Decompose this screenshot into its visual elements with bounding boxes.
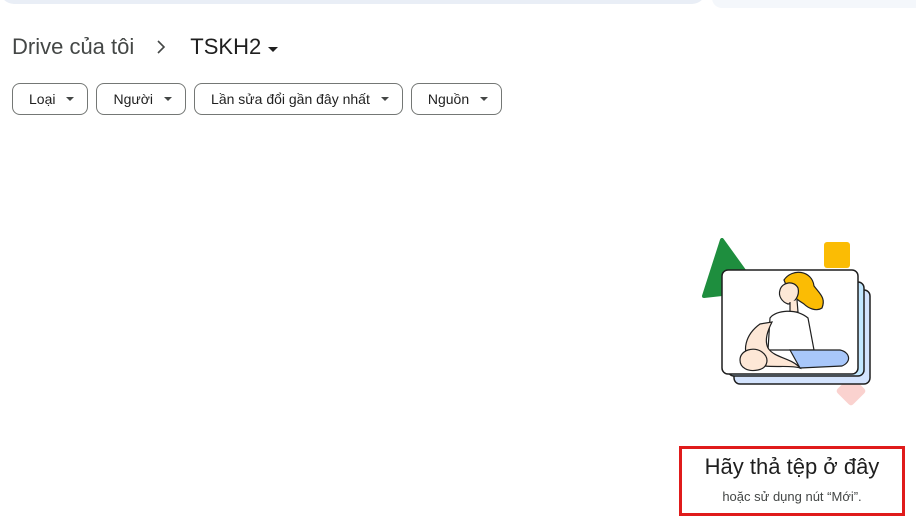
breadcrumb-current-folder[interactable]: TSKH2 [176, 34, 279, 60]
empty-state-callout: Hãy thả tệp ở đây hoặc sử dụng nút “Mới”… [679, 446, 905, 516]
arrow-drop-down-icon [163, 96, 173, 102]
breadcrumb: Drive của tôi TSKH2 [12, 30, 279, 64]
yellow-square-shape [824, 242, 850, 268]
filter-modified-label: Lần sửa đổi gần đây nhất [211, 91, 370, 107]
filter-modified[interactable]: Lần sửa đổi gần đây nhất [194, 83, 403, 115]
arrow-drop-down-icon [479, 96, 489, 102]
chevron-right-icon [146, 40, 176, 54]
filter-type-label: Loại [29, 91, 56, 107]
search-bar-edge[interactable] [0, 0, 706, 4]
filter-chips: Loại Người Lần sửa đổi gần đây nhất Nguồ… [12, 83, 503, 115]
current-folder-label: TSKH2 [190, 34, 262, 59]
filter-source[interactable]: Nguồn [410, 83, 503, 115]
filter-people-label: Người [113, 91, 154, 107]
filter-source-label: Nguồn [427, 91, 470, 107]
empty-state-title: Hãy thả tệp ở đây [704, 454, 880, 479]
filter-type[interactable]: Loại [12, 83, 89, 115]
top-bar-edge [0, 0, 916, 10]
drive-page: Drive của tôi TSKH2 Loại Người Lần sửa đ… [0, 0, 916, 522]
arrow-drop-down-icon [380, 96, 390, 102]
empty-state-subtitle: hoặc sử dụng nút “Mới”. [722, 489, 862, 504]
arrow-drop-down-icon [65, 96, 75, 102]
header-right-edge [712, 0, 916, 8]
arrow-drop-down-icon [267, 34, 279, 60]
filter-people[interactable]: Người [96, 83, 187, 115]
empty-folder-illustration [702, 238, 871, 406]
breadcrumb-my-drive[interactable]: Drive của tôi [12, 34, 146, 60]
